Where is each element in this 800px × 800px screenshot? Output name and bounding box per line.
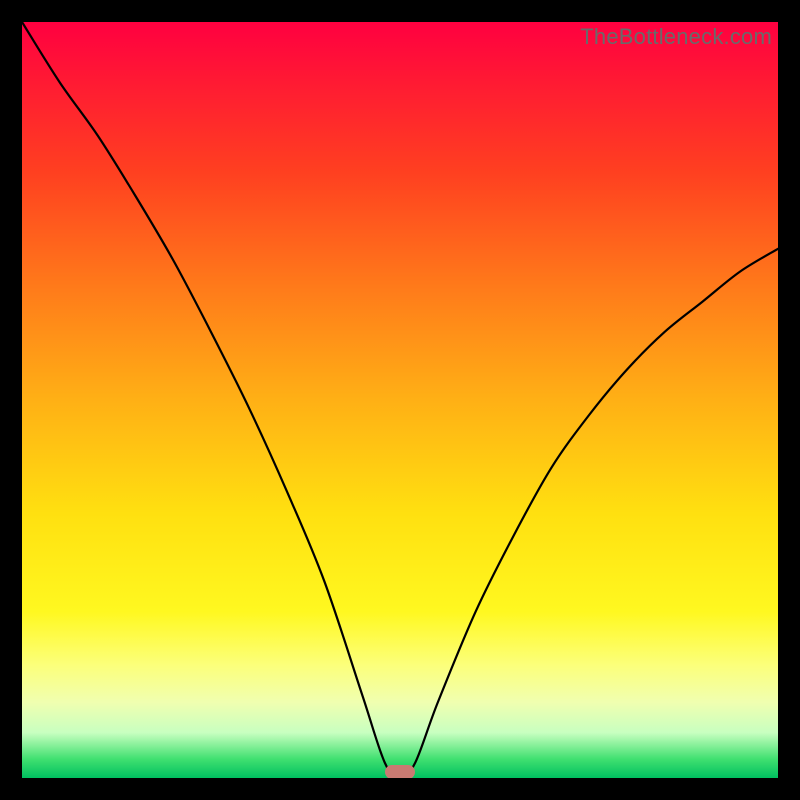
optimum-marker (385, 765, 415, 778)
chart-frame: TheBottleneck.com (0, 0, 800, 800)
plot-area: TheBottleneck.com (22, 22, 778, 778)
bottleneck-curve (22, 22, 778, 778)
